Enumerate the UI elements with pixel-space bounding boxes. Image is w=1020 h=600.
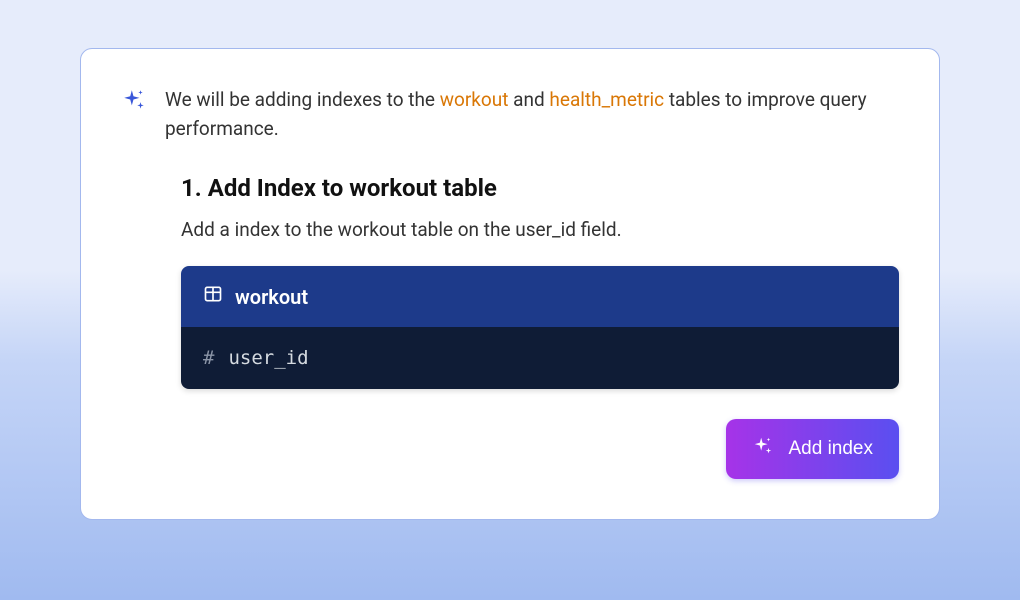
intro-mid: and	[508, 88, 549, 111]
step-title: 1. Add Index to workout table	[181, 174, 899, 202]
step-description: Add a index to the workout table on the …	[181, 216, 899, 245]
highlight-health-metric: health_metric	[549, 88, 664, 111]
intro-text: We will be adding indexes to the workout…	[165, 85, 899, 144]
schema-body: # user_id	[181, 327, 899, 389]
sparkles-icon	[121, 87, 147, 117]
action-row: Add index	[181, 419, 899, 479]
add-index-button[interactable]: Add index	[726, 419, 899, 479]
field-hash: #	[203, 347, 214, 369]
schema-header: workout	[181, 266, 899, 327]
table-icon	[203, 284, 223, 309]
instruction-card: We will be adding indexes to the workout…	[80, 48, 940, 520]
table-name: workout	[235, 285, 308, 309]
intro-row: We will be adding indexes to the workout…	[121, 85, 899, 144]
schema-block: workout # user_id	[181, 266, 899, 389]
step-section: 1. Add Index to workout table Add a inde…	[181, 174, 899, 480]
intro-prefix: We will be adding indexes to the	[165, 88, 440, 111]
add-index-label: Add index	[788, 438, 873, 460]
sparkles-icon	[752, 435, 774, 463]
field-name: user_id	[228, 347, 308, 369]
highlight-workout: workout	[440, 88, 509, 111]
